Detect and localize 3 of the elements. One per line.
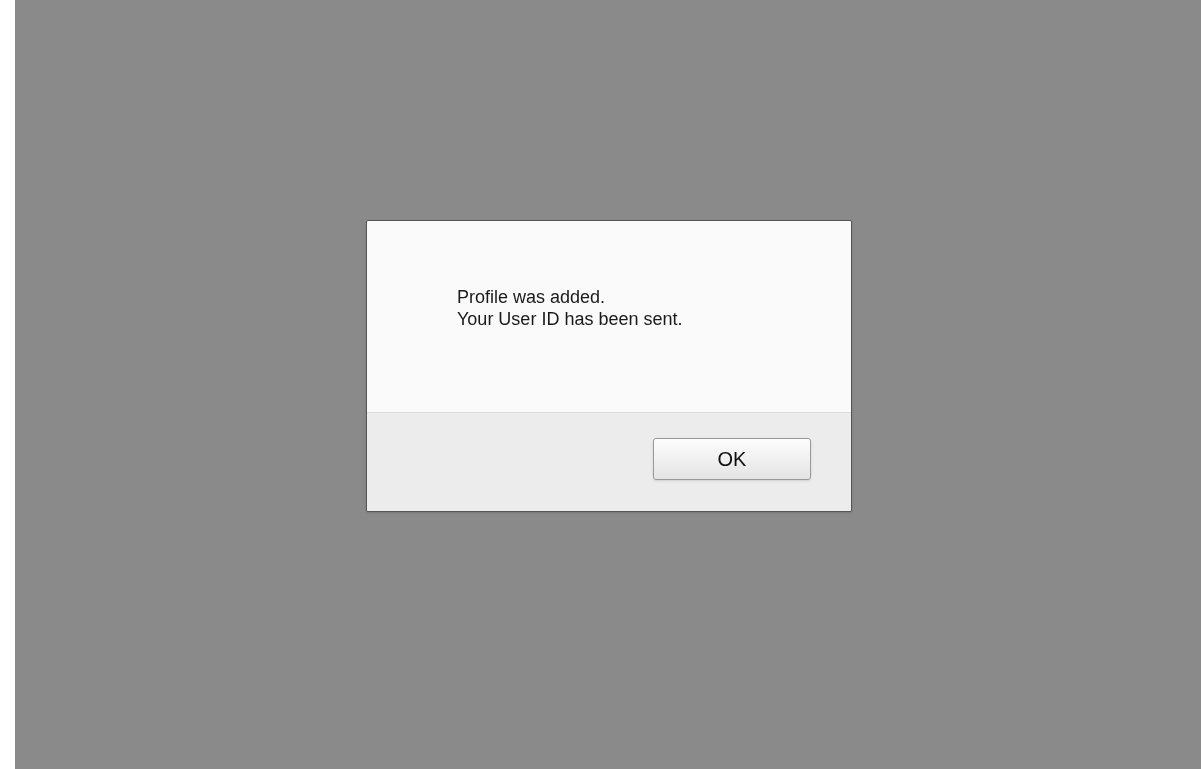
message-text: Your User ID has been sent. <box>457 308 684 330</box>
ok-button[interactable]: OK <box>653 438 811 480</box>
message-text: Profile was added. <box>457 286 607 308</box>
